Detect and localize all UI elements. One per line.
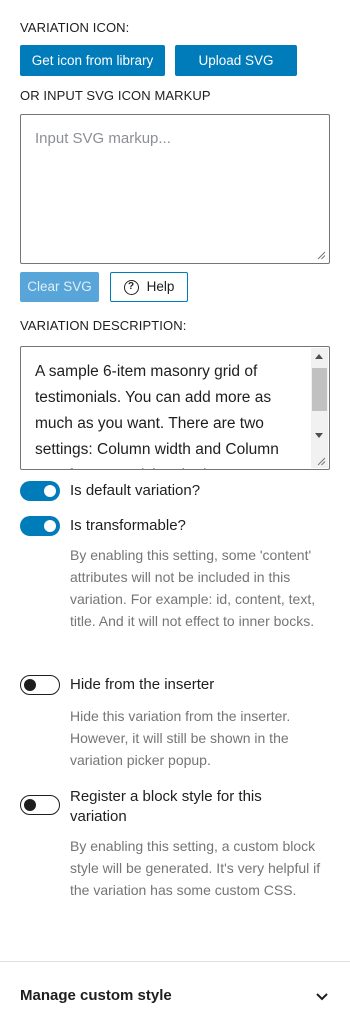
transformable-setting: Is transformable? — [20, 516, 186, 536]
resize-grip-icon[interactable] — [316, 456, 326, 466]
transformable-help-text: By enabling this setting, some 'content'… — [70, 547, 316, 629]
register-style-setting: Register a block style for this variatio… — [20, 787, 300, 827]
hide-inserter-toggle[interactable] — [20, 675, 60, 695]
default-variation-setting: Is default variation? — [20, 481, 200, 501]
scroll-thumb[interactable] — [312, 368, 327, 411]
hide-inserter-setting: Hide from the inserter — [20, 675, 214, 695]
toggle-knob — [44, 520, 56, 532]
upload-svg-icon-button[interactable]: Upload SVG icon — [175, 45, 297, 99]
hide-inserter-help-text: Hide this variation from the inserter. H… — [70, 708, 291, 768]
toggle-knob — [44, 485, 56, 497]
default-variation-label: Is default variation? — [70, 482, 201, 499]
scroll-down-arrow-icon[interactable] — [315, 433, 323, 438]
toggle-knob — [24, 799, 36, 811]
variation-icon-label: VARIATION ICON: — [20, 20, 130, 35]
register-style-toggle[interactable] — [20, 795, 60, 815]
variation-description-value: A sample 6-item masonry grid of testimon… — [35, 363, 279, 469]
transformable-toggle[interactable] — [20, 516, 60, 536]
scroll-up-arrow-icon[interactable] — [315, 354, 323, 359]
description-scrollbar[interactable] — [311, 348, 328, 468]
help-button-label: Help — [146, 279, 175, 294]
variation-description-textarea[interactable]: A sample 6-item masonry grid of testimon… — [20, 346, 330, 470]
chevron-down-icon — [316, 992, 328, 1000]
hide-inserter-label: Hide from the inserter — [70, 676, 215, 693]
default-variation-toggle[interactable] — [20, 481, 60, 501]
manage-custom-style-panel-toggle[interactable]: Manage custom style — [0, 962, 350, 1029]
variation-settings-panel: VARIATION ICON: Get icon from library Up… — [0, 0, 350, 1029]
register-style-help-text: By enabling this setting, a custom block… — [70, 838, 321, 898]
svg-markup-placeholder: Input SVG markup... — [35, 130, 171, 147]
register-style-label: Register a block style for this variatio… — [70, 788, 262, 825]
variation-description-label: VARIATION DESCRIPTION: — [20, 318, 187, 333]
get-icon-from-library-button[interactable]: Get icon from library — [20, 45, 165, 76]
manage-custom-style-title: Manage custom style — [20, 987, 172, 1004]
clear-svg-button[interactable]: Clear SVG — [20, 272, 99, 302]
help-button[interactable]: ? Help — [110, 272, 188, 302]
toggle-knob — [24, 679, 36, 691]
svg-markup-label: OR INPUT SVG ICON MARKUP — [20, 88, 211, 103]
transformable-label: Is transformable? — [70, 517, 186, 534]
resize-grip-icon[interactable] — [316, 250, 326, 260]
svg-markup-textarea[interactable]: Input SVG markup... — [20, 114, 330, 264]
question-circle-icon: ? — [123, 279, 139, 295]
